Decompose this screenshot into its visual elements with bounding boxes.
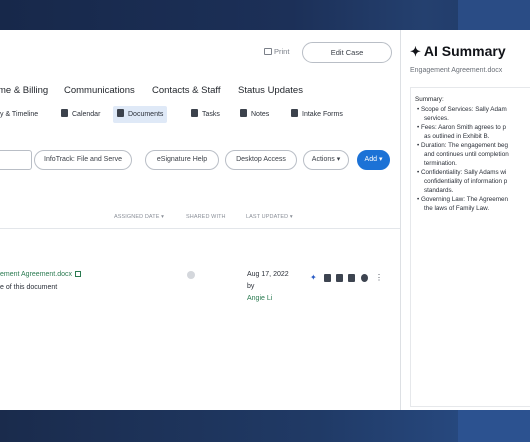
summary-line: • Confidentiality: Sally Adams wi	[417, 169, 507, 176]
column-shared-with[interactable]: SHARED WITH	[186, 214, 226, 220]
column-assigned-date[interactable]: ASSIGNED DATE ▾	[114, 214, 164, 220]
print-label: Print	[274, 47, 290, 56]
copy-icon[interactable]	[336, 274, 343, 282]
edit-case-button[interactable]: Edit Case	[302, 42, 392, 63]
summary-line: • Governing Law: The Agreemen	[417, 196, 508, 203]
print-link[interactable]: Print	[264, 47, 289, 56]
subtab-label: Calendar	[72, 111, 101, 118]
background-bottom	[0, 410, 530, 442]
updated-by-user[interactable]: Angie Li	[247, 295, 272, 302]
summary-content: Summary: • Scope of Services: Sally Adam…	[410, 87, 530, 407]
document-description: e of this document	[0, 284, 58, 291]
add-label: Add	[364, 156, 377, 163]
subtab-label: Notes	[251, 111, 270, 118]
external-link-icon[interactable]	[75, 271, 81, 277]
caret-down-icon: ▾	[336, 156, 341, 163]
document-link[interactable]: ement Agreement.docx	[0, 271, 81, 278]
tab-billing[interactable]: me & Billing	[0, 85, 48, 96]
sparkle-icon: ✦	[410, 44, 421, 59]
esignature-help-button[interactable]: eSignature Help	[145, 150, 219, 170]
case-panel: Print Edit Case me & Billing Communicati…	[0, 30, 400, 410]
summary-line: the laws of Family Law.	[424, 205, 490, 212]
subtab-tasks[interactable]: Tasks	[187, 106, 224, 123]
printer-icon	[264, 48, 272, 55]
subtab-notes[interactable]: Notes	[236, 106, 273, 123]
checkbox-icon	[191, 109, 198, 117]
notes-icon	[240, 109, 247, 117]
tab-communications[interactable]: Communications	[64, 85, 135, 96]
summary-label: Summary:	[415, 96, 444, 103]
background-top	[0, 0, 530, 30]
edit-icon[interactable]	[324, 274, 331, 282]
subtab-label: y & Timeline	[0, 111, 39, 118]
summary-line: services.	[424, 115, 449, 122]
table-header-divider	[0, 228, 400, 229]
column-last-updated[interactable]: LAST UPDATED ▾	[246, 214, 293, 220]
summary-title: ✦ AI Summary	[410, 43, 506, 60]
document-name: ement Agreement.docx	[0, 271, 72, 278]
summary-bullets: • Scope of Services: Sally Adam services…	[417, 105, 530, 213]
summary-filename: Engagement Agreement.docx	[410, 67, 503, 74]
subtab-documents[interactable]: Documents	[113, 106, 168, 123]
infotrack-button[interactable]: InfoTrack: File and Serve	[34, 150, 132, 170]
add-dropdown[interactable]: Add ▾	[357, 150, 390, 170]
column-label: SHARED WITH	[186, 214, 226, 220]
subtab-timeline[interactable]: y & Timeline	[0, 106, 42, 123]
sort-icon: ▾	[161, 214, 165, 220]
subtab-label: Tasks	[202, 111, 220, 118]
summary-line: • Scope of Services: Sally Adam	[417, 106, 507, 113]
column-label: ASSIGNED DATE	[114, 214, 160, 220]
comment-icon[interactable]	[361, 274, 368, 282]
summary-line: confidentiality of information p	[424, 178, 508, 185]
sort-icon: ▾	[289, 214, 293, 220]
last-updated-date: Aug 17, 2022	[247, 271, 289, 278]
desktop-access-button[interactable]: Desktop Access	[225, 150, 297, 170]
tab-status-updates[interactable]: Status Updates	[238, 85, 303, 96]
summary-line: as outlined in Exhibit B.	[424, 133, 490, 140]
summary-line: and continues until completion	[424, 151, 509, 158]
caret-down-icon: ▾	[378, 156, 383, 163]
more-icon[interactable]: ⋮	[375, 274, 383, 282]
subtab-label: Intake Forms	[302, 111, 343, 118]
summary-line: • Duration: The engagement beg	[417, 142, 509, 149]
subtab-intake-forms[interactable]: Intake Forms	[287, 106, 347, 123]
ai-sparkle-icon[interactable]: ✦	[310, 274, 319, 282]
download-icon[interactable]	[348, 274, 355, 282]
summary-title-text: AI Summary	[423, 43, 506, 59]
ai-summary-panel: ✦ AI Summary Engagement Agreement.docx Su…	[400, 30, 530, 410]
summary-line: standards.	[424, 187, 454, 194]
clipboard-icon	[291, 109, 298, 117]
subtab-calendar[interactable]: Calendar	[57, 106, 104, 123]
shared-status-icon	[187, 271, 195, 279]
summary-line: • Fees: Aaron Smith agrees to p	[417, 124, 507, 131]
summary-line: termination.	[424, 160, 457, 167]
subtab-label: Documents	[128, 111, 164, 118]
updated-by-label: by	[247, 283, 255, 290]
calendar-icon	[61, 109, 68, 117]
tab-contacts-staff[interactable]: Contacts & Staff	[152, 85, 220, 96]
search-input[interactable]	[0, 150, 32, 170]
actions-label: Actions	[311, 156, 335, 163]
actions-dropdown[interactable]: Actions ▾	[303, 150, 349, 170]
document-icon	[117, 109, 124, 117]
column-label: LAST UPDATED	[246, 214, 289, 220]
